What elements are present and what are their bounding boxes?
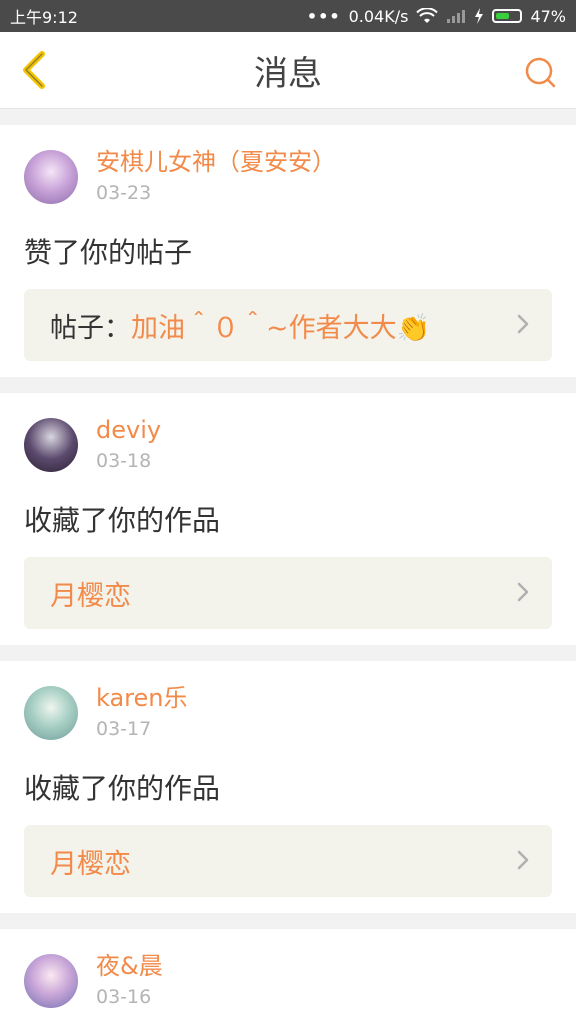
chevron-right-icon: [517, 314, 529, 334]
message-action: 收藏了你的作品: [24, 772, 221, 805]
target-title: 月樱恋: [50, 580, 131, 612]
target-prefix: 帖子：: [50, 312, 131, 344]
message-date: 03-23: [96, 182, 152, 204]
status-indicators: ••• 0.04K/s 47%: [307, 7, 566, 26]
target-link[interactable]: 月樱恋: [24, 557, 552, 629]
status-time: 上午9:12: [10, 8, 78, 27]
target-title: 加油＾０＾~作者大大👏: [131, 312, 431, 344]
back-button[interactable]: [14, 50, 54, 90]
network-speed: 0.04K/s: [348, 6, 409, 26]
app-header: 消息: [0, 32, 576, 109]
notification-dots: •••: [306, 6, 341, 26]
charging-icon: [475, 8, 484, 24]
message-action: 收藏了你的作品: [24, 504, 221, 537]
message-date: 03-16: [96, 986, 152, 1008]
avatar[interactable]: [24, 686, 78, 740]
user-name[interactable]: karen乐: [96, 683, 188, 713]
battery-icon: [492, 9, 523, 23]
target-link[interactable]: 月樱恋: [24, 825, 552, 897]
avatar[interactable]: [24, 150, 78, 204]
message-card: deviy 03-18 收藏了你的作品 月樱恋: [0, 393, 576, 645]
wifi-icon: [416, 8, 439, 23]
signal-icon: [447, 10, 466, 23]
page-title: 消息: [254, 53, 322, 94]
search-button[interactable]: [520, 52, 560, 92]
user-name[interactable]: 安棋儿女神（夏安安）: [96, 147, 336, 177]
user-name[interactable]: deviy: [96, 415, 161, 445]
message-list: 安棋儿女神（夏安安） 03-23 赞了你的帖子 帖子： 加油＾０＾~作者大大👏 …: [0, 109, 576, 1027]
message-card: 安棋儿女神（夏安安） 03-23 赞了你的帖子 帖子： 加油＾０＾~作者大大👏: [0, 125, 576, 377]
battery-percent: 47%: [530, 6, 566, 26]
avatar[interactable]: [24, 418, 78, 472]
search-icon: [525, 57, 556, 88]
chevron-right-icon: [517, 582, 529, 602]
target-link[interactable]: 帖子： 加油＾０＾~作者大大👏: [24, 289, 552, 361]
user-name[interactable]: 夜&晨: [96, 951, 163, 981]
avatar[interactable]: [24, 954, 78, 1008]
back-arrow-icon: [23, 51, 45, 89]
message-action: 赞了你的帖子: [24, 236, 193, 269]
message-card: karen乐 03-17 收藏了你的作品 月樱恋: [0, 661, 576, 913]
message-date: 03-18: [96, 450, 152, 472]
chevron-right-icon: [517, 850, 529, 870]
status-bar: 上午9:12 ••• 0.04K/s 47%: [0, 0, 576, 32]
message-date: 03-17: [96, 718, 152, 740]
target-title: 月樱恋: [50, 848, 131, 880]
message-card: 夜&晨 03-16: [0, 929, 576, 1027]
